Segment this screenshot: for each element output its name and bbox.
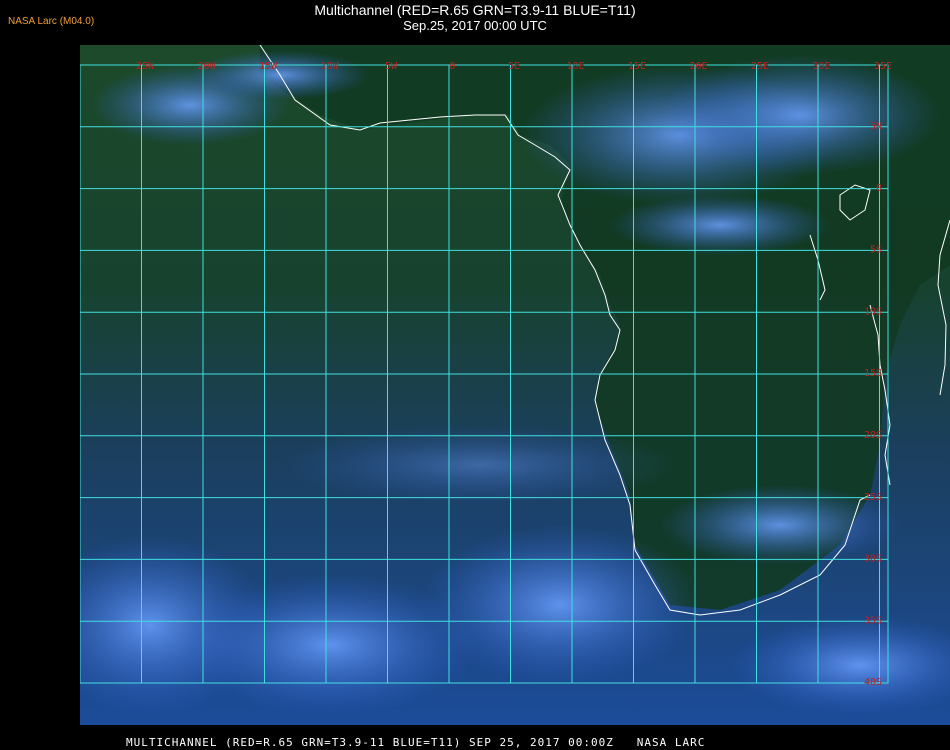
latitude-label: 20S <box>864 430 882 441</box>
latitude-label: 5S <box>870 245 882 256</box>
longitude-label: 15W <box>259 61 278 72</box>
latitude-label: 10S <box>864 306 882 317</box>
latitude-label: 40S <box>864 677 882 688</box>
longitude-label: 25W <box>136 61 155 72</box>
image-timestamp: Sep.25, 2017 00:00 UTC <box>403 18 547 33</box>
map-canvas: 25W 20W 15W 10W 5W 0 5E 10E 15E 20E 25E 30E 35E 5N 0 5S… <box>80 45 950 725</box>
latitude-label: 25S <box>864 492 882 503</box>
longitude-label: 30E <box>812 61 830 72</box>
longitude-label: 0 <box>449 61 455 72</box>
satellite-map[interactable]: 25W 20W 15W 10W 5W 0 5E 10E 15E 20E 25E 30E 35E 5N 0 5S… <box>80 45 950 725</box>
latitude-label: 30S <box>864 554 882 565</box>
latitude-label: 35S <box>864 615 882 626</box>
longitude-label: 10W <box>320 61 339 72</box>
longitude-label: 20W <box>197 61 216 72</box>
longitude-label: 5E <box>508 61 520 72</box>
longitude-label: 25E <box>751 61 769 72</box>
longitude-label: 20E <box>689 61 707 72</box>
latitude-label: 15S <box>864 368 882 379</box>
longitude-label: 15E <box>628 61 646 72</box>
image-title: Multichannel (RED=R.65 GRN=T3.9-11 BLUE=… <box>314 2 636 18</box>
longitude-label: 5W <box>385 61 398 72</box>
longitude-label: 35E <box>874 61 892 72</box>
latitude-label: 5N <box>870 121 882 132</box>
longitude-label: 10E <box>566 61 584 72</box>
footer-caption: MULTICHANNEL (RED=R.65 GRN=T3.9-11 BLUE=… <box>126 736 706 749</box>
latitude-label: 0 <box>876 183 882 194</box>
